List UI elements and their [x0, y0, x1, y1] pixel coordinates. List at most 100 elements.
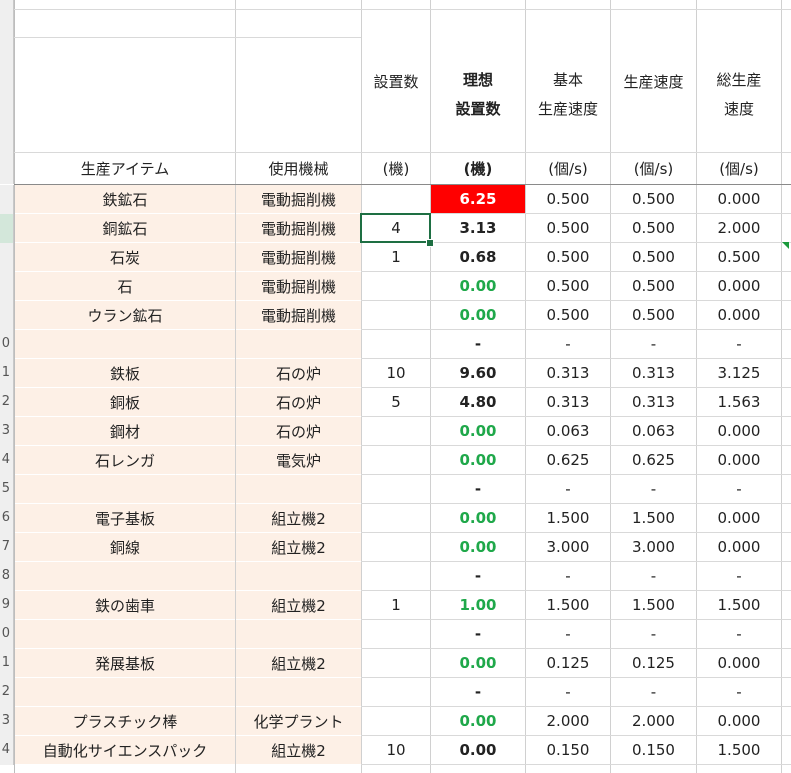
- base-cell[interactable]: -: [526, 620, 610, 648]
- speed-cell[interactable]: -: [611, 620, 696, 648]
- ideal-cell[interactable]: 0.68: [431, 243, 525, 271]
- base-cell[interactable]: 0.500: [526, 185, 610, 213]
- row-header[interactable]: [0, 243, 14, 272]
- speed-cell[interactable]: -: [611, 562, 696, 590]
- machine-cell[interactable]: 組立機2: [236, 736, 361, 764]
- machine-cell[interactable]: 石の炉: [236, 388, 361, 416]
- speed-cell[interactable]: 0.500: [611, 301, 696, 329]
- base-cell[interactable]: 0.500: [526, 301, 610, 329]
- base-cell[interactable]: 0.313: [526, 388, 610, 416]
- qty-cell[interactable]: [362, 417, 430, 445]
- ideal-cell[interactable]: -: [431, 475, 525, 503]
- machine-cell[interactable]: 電動掘削機: [236, 214, 361, 242]
- item-cell[interactable]: 銅線: [15, 533, 235, 561]
- item-cell[interactable]: [15, 475, 235, 503]
- total-cell[interactable]: 0.000: [697, 417, 781, 445]
- base-cell[interactable]: 0.150: [526, 736, 610, 764]
- item-cell[interactable]: 石: [15, 272, 235, 300]
- item-cell[interactable]: 鉄板: [15, 359, 235, 387]
- row-header[interactable]: 4: [0, 736, 14, 765]
- machine-cell[interactable]: [236, 562, 361, 590]
- base-cell[interactable]: -: [526, 330, 610, 358]
- unit-total[interactable]: (個/s): [697, 153, 781, 184]
- row-header[interactable]: 5: [0, 475, 14, 504]
- ideal-cell[interactable]: 0.00: [431, 446, 525, 474]
- item-cell[interactable]: [15, 562, 235, 590]
- item-cell[interactable]: 自動化サイエンスパック: [15, 736, 235, 764]
- item-cell[interactable]: 電子基板: [15, 504, 235, 532]
- total-cell[interactable]: 0.000: [697, 185, 781, 213]
- qty-cell[interactable]: [362, 620, 430, 648]
- qty-cell[interactable]: [362, 185, 430, 213]
- header-base[interactable]: 基本 生産速度: [526, 38, 610, 152]
- total-cell[interactable]: 0.000: [697, 504, 781, 532]
- ideal-cell[interactable]: 0.00: [431, 417, 525, 445]
- qty-cell[interactable]: [362, 301, 430, 329]
- item-cell[interactable]: 石レンガ: [15, 446, 235, 474]
- machine-cell[interactable]: 電動掘削機: [236, 185, 361, 213]
- item-cell[interactable]: 銅板: [15, 388, 235, 416]
- row-header[interactable]: [0, 152, 14, 184]
- base-cell[interactable]: -: [526, 562, 610, 590]
- ideal-cell[interactable]: 0.00: [431, 272, 525, 300]
- base-cell[interactable]: -: [526, 678, 610, 706]
- machine-cell[interactable]: [236, 475, 361, 503]
- machine-cell[interactable]: 石の炉: [236, 359, 361, 387]
- qty-cell[interactable]: 1: [362, 591, 430, 619]
- row-header[interactable]: 3: [0, 417, 14, 446]
- machine-cell[interactable]: 組立機2: [236, 533, 361, 561]
- row-header[interactable]: 0: [0, 620, 14, 649]
- header-total[interactable]: 総生産 速度: [697, 38, 781, 152]
- qty-cell[interactable]: [362, 475, 430, 503]
- base-cell[interactable]: -: [526, 475, 610, 503]
- qty-cell[interactable]: [362, 330, 430, 358]
- machine-cell[interactable]: [236, 620, 361, 648]
- ideal-cell[interactable]: -: [431, 678, 525, 706]
- machine-cell[interactable]: [236, 330, 361, 358]
- ideal-cell[interactable]: -: [431, 562, 525, 590]
- ideal-cell[interactable]: 0.00: [431, 533, 525, 561]
- item-cell[interactable]: 鉄鉱石: [15, 185, 235, 213]
- machine-cell[interactable]: 組立機2: [236, 649, 361, 677]
- qty-cell[interactable]: [362, 446, 430, 474]
- total-cell[interactable]: 0.000: [697, 272, 781, 300]
- base-cell[interactable]: 1.500: [526, 591, 610, 619]
- row-header[interactable]: [0, 272, 14, 301]
- total-cell[interactable]: 3.125: [697, 359, 781, 387]
- item-cell[interactable]: 鋼材: [15, 417, 235, 445]
- speed-cell[interactable]: 3.000: [611, 533, 696, 561]
- item-cell[interactable]: 鉄の歯車: [15, 591, 235, 619]
- machine-cell[interactable]: [236, 678, 361, 706]
- speed-cell[interactable]: 0.063: [611, 417, 696, 445]
- row-header[interactable]: 6: [0, 504, 14, 533]
- speed-cell[interactable]: 2.000: [611, 707, 696, 735]
- speed-cell[interactable]: 0.625: [611, 446, 696, 474]
- base-cell[interactable]: 2.000: [526, 707, 610, 735]
- base-cell[interactable]: 0.125: [526, 649, 610, 677]
- total-cell[interactable]: 0.000: [697, 301, 781, 329]
- machine-cell[interactable]: 組立機2: [236, 591, 361, 619]
- machine-cell[interactable]: 電気炉: [236, 446, 361, 474]
- ideal-cell[interactable]: 1.00: [431, 591, 525, 619]
- total-cell[interactable]: 1.500: [697, 736, 781, 764]
- base-cell[interactable]: 1.500: [526, 504, 610, 532]
- unit-machine[interactable]: 使用機械: [236, 153, 361, 184]
- item-cell[interactable]: [15, 620, 235, 648]
- item-cell[interactable]: [15, 330, 235, 358]
- row-header[interactable]: [0, 0, 14, 37]
- row-header[interactable]: 9: [0, 591, 14, 620]
- row-header[interactable]: 3: [0, 707, 14, 736]
- speed-cell[interactable]: 0.500: [611, 185, 696, 213]
- machine-cell[interactable]: 石の炉: [236, 417, 361, 445]
- row-header[interactable]: [0, 37, 14, 152]
- item-cell[interactable]: [15, 678, 235, 706]
- total-cell[interactable]: 0.000: [697, 649, 781, 677]
- row-header[interactable]: 4: [0, 446, 14, 475]
- base-cell[interactable]: 0.625: [526, 446, 610, 474]
- base-cell[interactable]: 0.500: [526, 214, 610, 242]
- row-header[interactable]: 1: [0, 649, 14, 678]
- total-cell[interactable]: -: [697, 678, 781, 706]
- row-header[interactable]: 1: [0, 359, 14, 388]
- ideal-cell[interactable]: 6.25: [431, 185, 525, 213]
- row-header[interactable]: 2: [0, 388, 14, 417]
